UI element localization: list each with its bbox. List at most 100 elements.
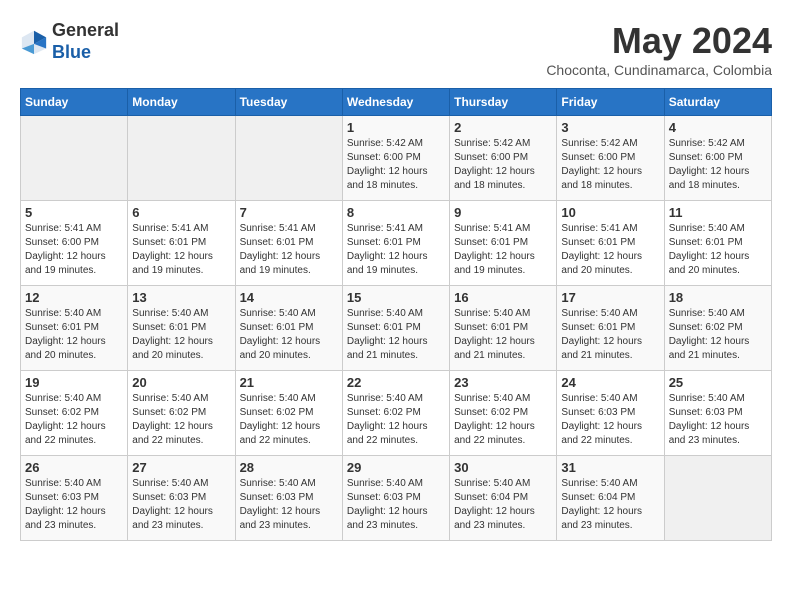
day-number: 18 (669, 290, 767, 305)
day-info: Sunrise: 5:41 AM Sunset: 6:01 PM Dayligh… (454, 222, 552, 278)
day-info: Sunrise: 5:41 AM Sunset: 6:01 PM Dayligh… (132, 222, 230, 278)
day-info: Sunrise: 5:40 AM Sunset: 6:01 PM Dayligh… (561, 307, 659, 363)
day-number: 30 (454, 460, 552, 475)
day-number: 1 (347, 120, 445, 135)
day-info: Sunrise: 5:41 AM Sunset: 6:01 PM Dayligh… (240, 222, 338, 278)
calendar-cell: 1 Sunrise: 5:42 AM Sunset: 6:00 PM Daylig… (342, 116, 449, 201)
month-title: May 2024 (546, 20, 772, 62)
day-number: 3 (561, 120, 659, 135)
weekday-header-monday: Monday (128, 89, 235, 116)
calendar-table: SundayMondayTuesdayWednesdayThursdayFrid… (20, 88, 772, 541)
day-number: 6 (132, 205, 230, 220)
day-info: Sunrise: 5:40 AM Sunset: 6:02 PM Dayligh… (454, 392, 552, 448)
day-info: Sunrise: 5:41 AM Sunset: 6:01 PM Dayligh… (561, 222, 659, 278)
week-row-2: 5 Sunrise: 5:41 AM Sunset: 6:00 PM Daylig… (21, 201, 772, 286)
logo-icon (20, 28, 48, 56)
calendar-cell: 27 Sunrise: 5:40 AM Sunset: 6:03 PM Dayli… (128, 456, 235, 541)
day-info: Sunrise: 5:40 AM Sunset: 6:01 PM Dayligh… (240, 307, 338, 363)
calendar-cell: 19Sunrise: 5:40 AM Sunset: 6:02 PM Dayli… (21, 371, 128, 456)
weekday-header-tuesday: Tuesday (235, 89, 342, 116)
day-number: 12 (25, 290, 123, 305)
calendar-cell: 11 Sunrise: 5:40 AM Sunset: 6:01 PM Dayli… (664, 201, 771, 286)
calendar-cell: 17 Sunrise: 5:40 AM Sunset: 6:01 PM Dayli… (557, 286, 664, 371)
day-info: Sunrise: 5:40 AM Sunset: 6:03 PM Dayligh… (240, 477, 338, 533)
day-info: Sunrise: 5:40 AM Sunset: 6:03 PM Dayligh… (132, 477, 230, 533)
day-info: Sunrise: 5:40 AM Sunset: 6:01 PM Dayligh… (669, 222, 767, 278)
day-number: 2 (454, 120, 552, 135)
day-number: 8 (347, 205, 445, 220)
day-info: Sunrise: 5:40 AM Sunset: 6:03 PM Dayligh… (25, 477, 123, 533)
calendar-cell (21, 116, 128, 201)
day-number: 21 (240, 375, 338, 390)
day-info: Sunrise: 5:40 AM Sunset: 6:02 PM Dayligh… (132, 392, 230, 448)
weekday-header-thursday: Thursday (450, 89, 557, 116)
day-number: 26 (25, 460, 123, 475)
calendar-cell: 14 Sunrise: 5:40 AM Sunset: 6:01 PM Dayli… (235, 286, 342, 371)
day-info: Sunrise: 5:42 AM Sunset: 6:00 PM Dayligh… (454, 137, 552, 193)
calendar-cell: 7 Sunrise: 5:41 AM Sunset: 6:01 PM Daylig… (235, 201, 342, 286)
calendar-cell: 8Sunrise: 5:41 AM Sunset: 6:01 PM Daylig… (342, 201, 449, 286)
day-number: 24 (561, 375, 659, 390)
day-number: 17 (561, 290, 659, 305)
calendar-cell: 15 Sunrise: 5:40 AM Sunset: 6:01 PM Dayli… (342, 286, 449, 371)
calendar-cell (128, 116, 235, 201)
day-info: Sunrise: 5:40 AM Sunset: 6:03 PM Dayligh… (669, 392, 767, 448)
weekday-header-sunday: Sunday (21, 89, 128, 116)
day-number: 15 (347, 290, 445, 305)
day-info: Sunrise: 5:40 AM Sunset: 6:01 PM Dayligh… (454, 307, 552, 363)
day-number: 27 (132, 460, 230, 475)
location: Choconta, Cundinamarca, Colombia (546, 62, 772, 78)
calendar-cell: 30Sunrise: 5:40 AM Sunset: 6:04 PM Dayli… (450, 456, 557, 541)
calendar-cell: 22 Sunrise: 5:40 AM Sunset: 6:02 PM Dayli… (342, 371, 449, 456)
day-number: 31 (561, 460, 659, 475)
day-number: 22 (347, 375, 445, 390)
calendar-cell: 16 Sunrise: 5:40 AM Sunset: 6:01 PM Dayli… (450, 286, 557, 371)
calendar-cell: 28 Sunrise: 5:40 AM Sunset: 6:03 PM Dayli… (235, 456, 342, 541)
day-number: 19 (25, 375, 123, 390)
calendar-cell: 9 Sunrise: 5:41 AM Sunset: 6:01 PM Daylig… (450, 201, 557, 286)
day-info: Sunrise: 5:40 AM Sunset: 6:03 PM Dayligh… (347, 477, 445, 533)
weekday-header-wednesday: Wednesday (342, 89, 449, 116)
calendar-cell: 18Sunrise: 5:40 AM Sunset: 6:02 PM Dayli… (664, 286, 771, 371)
day-info: Sunrise: 5:40 AM Sunset: 6:04 PM Dayligh… (561, 477, 659, 533)
day-number: 10 (561, 205, 659, 220)
calendar-header: SundayMondayTuesdayWednesdayThursdayFrid… (21, 89, 772, 116)
calendar-cell: 21 Sunrise: 5:40 AM Sunset: 6:02 PM Dayli… (235, 371, 342, 456)
week-row-3: 12 Sunrise: 5:40 AM Sunset: 6:01 PM Dayli… (21, 286, 772, 371)
day-number: 16 (454, 290, 552, 305)
title-block: May 2024 Choconta, Cundinamarca, Colombi… (546, 20, 772, 78)
day-info: Sunrise: 5:42 AM Sunset: 6:00 PM Dayligh… (561, 137, 659, 193)
day-info: Sunrise: 5:42 AM Sunset: 6:00 PM Dayligh… (669, 137, 767, 193)
day-info: Sunrise: 5:40 AM Sunset: 6:02 PM Dayligh… (347, 392, 445, 448)
calendar-cell: 23 Sunrise: 5:40 AM Sunset: 6:02 PM Dayli… (450, 371, 557, 456)
day-number: 7 (240, 205, 338, 220)
day-info: Sunrise: 5:41 AM Sunset: 6:00 PM Dayligh… (25, 222, 123, 278)
day-number: 9 (454, 205, 552, 220)
calendar-cell (235, 116, 342, 201)
weekday-header-friday: Friday (557, 89, 664, 116)
calendar-cell: 24Sunrise: 5:40 AM Sunset: 6:03 PM Dayli… (557, 371, 664, 456)
day-number: 14 (240, 290, 338, 305)
day-number: 28 (240, 460, 338, 475)
calendar-cell: 20 Sunrise: 5:40 AM Sunset: 6:02 PM Dayli… (128, 371, 235, 456)
day-number: 13 (132, 290, 230, 305)
day-info: Sunrise: 5:40 AM Sunset: 6:02 PM Dayligh… (240, 392, 338, 448)
day-info: Sunrise: 5:40 AM Sunset: 6:01 PM Dayligh… (25, 307, 123, 363)
day-number: 11 (669, 205, 767, 220)
calendar-cell: 2 Sunrise: 5:42 AM Sunset: 6:00 PM Daylig… (450, 116, 557, 201)
page-header: General Blue May 2024 Choconta, Cundinam… (20, 20, 772, 78)
calendar-cell: 29Sunrise: 5:40 AM Sunset: 6:03 PM Dayli… (342, 456, 449, 541)
day-number: 4 (669, 120, 767, 135)
calendar-cell: 6 Sunrise: 5:41 AM Sunset: 6:01 PM Daylig… (128, 201, 235, 286)
day-info: Sunrise: 5:40 AM Sunset: 6:01 PM Dayligh… (347, 307, 445, 363)
calendar-cell: 25Sunrise: 5:40 AM Sunset: 6:03 PM Dayli… (664, 371, 771, 456)
calendar-cell: 31 Sunrise: 5:40 AM Sunset: 6:04 PM Dayli… (557, 456, 664, 541)
day-number: 20 (132, 375, 230, 390)
calendar-cell: 10 Sunrise: 5:41 AM Sunset: 6:01 PM Dayli… (557, 201, 664, 286)
day-number: 5 (25, 205, 123, 220)
day-info: Sunrise: 5:42 AM Sunset: 6:00 PM Dayligh… (347, 137, 445, 193)
calendar-cell: 26 Sunrise: 5:40 AM Sunset: 6:03 PM Dayli… (21, 456, 128, 541)
day-number: 23 (454, 375, 552, 390)
calendar-cell: 4 Sunrise: 5:42 AM Sunset: 6:00 PM Daylig… (664, 116, 771, 201)
calendar-cell: 5 Sunrise: 5:41 AM Sunset: 6:00 PM Daylig… (21, 201, 128, 286)
